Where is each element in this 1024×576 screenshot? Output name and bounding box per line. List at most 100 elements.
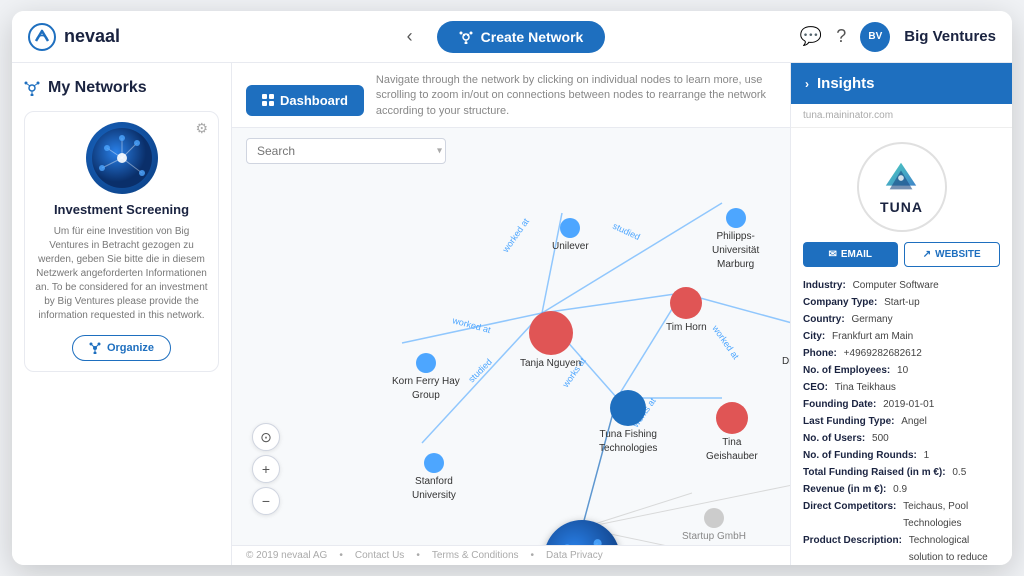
tuna-logo-icon: [882, 159, 920, 197]
avatar: BV: [860, 22, 890, 52]
footer-sep3: •: [531, 550, 535, 561]
node-label: Unilever: [552, 241, 589, 252]
insights-title: Insights: [817, 75, 875, 92]
node-label: Philipps-: [716, 231, 754, 242]
node-tanja[interactable]: Tanja Nguyen: [520, 311, 581, 369]
website-label: WEBSITE: [935, 249, 981, 260]
detail-row: City: Frankfurt am Main: [803, 328, 1000, 345]
sidebar-my-networks: My Networks: [24, 79, 219, 97]
node-tim[interactable]: Tim Horn: [666, 287, 707, 333]
node-investment[interactable]: InvestmentScreening: [544, 520, 620, 545]
network-canvas[interactable]: ▾: [232, 128, 790, 545]
detail-row: Product Description: Technological solut…: [803, 532, 1000, 565]
node-label: Geishauber: [706, 451, 758, 462]
detail-value: 2019-01-01: [883, 396, 934, 413]
help-button[interactable]: ?: [836, 26, 846, 47]
footer-privacy[interactable]: Data Privacy: [546, 550, 603, 561]
detail-label: Phone:: [803, 345, 837, 362]
node-circle: [726, 208, 746, 228]
detail-row: Phone: +4969282682612: [803, 345, 1000, 362]
node-label: Tuna Fishing: [599, 429, 656, 440]
detail-value: 500: [872, 430, 889, 447]
node-startup[interactable]: Startup GmbH: [682, 508, 746, 542]
node-label: Technologies: [599, 443, 657, 454]
investment-network-graphic: [92, 128, 152, 188]
node-label: Universität: [712, 245, 759, 256]
detail-label: Company Type:: [803, 294, 877, 311]
org-name: Big Ventures: [904, 28, 996, 45]
app-container: nevaal ‹ Create Network 💬 ? BV B: [12, 11, 1012, 565]
node-tina[interactable]: TinaGeishauber: [706, 402, 758, 462]
node-tuna[interactable]: Tuna Fishing Technologies: [599, 390, 657, 454]
node-drageo[interactable]: Drageo GmbH: [782, 333, 790, 367]
nav-right: 💬 ? BV Big Ventures: [776, 22, 996, 52]
detail-value: Computer Software: [853, 277, 939, 294]
detail-row: Direct Competitors: Teichaus, Pool Techn…: [803, 498, 1000, 532]
node-circle: [529, 311, 573, 355]
node-label: Drageo GmbH: [782, 356, 790, 367]
organize-label: Organize: [107, 342, 154, 354]
detail-label: No. of Employees:: [803, 362, 890, 379]
detail-label: Founding Date:: [803, 396, 876, 413]
node-label: Tim Horn: [666, 322, 707, 333]
node-label: Korn Ferry Hay: [392, 376, 460, 387]
detail-value: Frankfurt am Main: [832, 328, 913, 345]
node-unilever[interactable]: Unilever: [552, 218, 589, 252]
zoom-in-button[interactable]: +: [252, 455, 280, 483]
content-area: Dashboard Navigate through the network b…: [232, 63, 790, 565]
my-networks-icon: [24, 80, 40, 96]
detail-value: Germany: [851, 311, 892, 328]
detail-row: Total Funding Raised (in m €): 0.5: [803, 464, 1000, 481]
node-circle: [416, 353, 436, 373]
detail-row: No. of Employees: 10: [803, 362, 1000, 379]
detail-row: No. of Users: 500: [803, 430, 1000, 447]
detail-label: No. of Funding Rounds:: [803, 447, 917, 464]
detail-label: Industry:: [803, 277, 846, 294]
detail-value: 0.9: [893, 481, 907, 498]
website-button[interactable]: ↗ WEBSITE: [904, 242, 1001, 267]
zoom-reset-button[interactable]: ⊙: [252, 423, 280, 451]
email-button[interactable]: ✉ EMAIL: [803, 242, 898, 267]
node-label: Startup GmbH: [682, 531, 746, 542]
detail-label: Product Description:: [803, 532, 902, 565]
company-logo-circle: TUNA: [857, 142, 947, 232]
detail-row: No. of Funding Rounds: 1: [803, 447, 1000, 464]
node-label: University: [412, 490, 456, 501]
node-korn[interactable]: Korn Ferry Hay Group: [392, 353, 460, 401]
detail-value: 1: [924, 447, 930, 464]
nav-center: ‹ Create Network: [228, 21, 776, 53]
create-network-button[interactable]: Create Network: [437, 21, 606, 53]
node-circle: [560, 218, 580, 238]
card-settings-icon[interactable]: ⚙: [195, 120, 208, 137]
node-label: Group: [412, 390, 440, 401]
network-icon: [86, 122, 158, 194]
organize-icon: [89, 342, 101, 354]
messages-button[interactable]: 💬: [800, 26, 822, 47]
top-nav: nevaal ‹ Create Network 💬 ? BV B: [12, 11, 1012, 63]
detail-label: Revenue (in m €):: [803, 481, 886, 498]
footer-copyright: © 2019 nevaal AG: [246, 550, 327, 561]
nevaal-logo-icon: [28, 23, 56, 51]
organize-button[interactable]: Organize: [72, 335, 171, 361]
node-label: Tanja Nguyen: [520, 358, 581, 369]
back-button[interactable]: ‹: [399, 22, 421, 51]
main-layout: My Networks ⚙: [12, 63, 1012, 565]
footer-terms[interactable]: Terms & Conditions: [432, 550, 519, 561]
detail-value: Angel: [901, 413, 927, 430]
external-link-icon: ↗: [923, 249, 931, 260]
content-toolbar: Dashboard Navigate through the network b…: [232, 63, 790, 128]
detail-value: Teichaus, Pool Technologies: [903, 498, 1000, 532]
detail-label: Total Funding Raised (in m €):: [803, 464, 946, 481]
zoom-out-button[interactable]: −: [252, 487, 280, 515]
detail-value: 0.5: [952, 464, 966, 481]
app-title: nevaal: [64, 26, 120, 47]
node-label: Marburg: [717, 259, 754, 270]
dashboard-button[interactable]: Dashboard: [246, 85, 364, 116]
node-philipps[interactable]: Philipps- Universität Marburg: [712, 208, 759, 270]
detail-row: Last Funding Type: Angel: [803, 413, 1000, 430]
detail-label: Last Funding Type:: [803, 413, 894, 430]
node-stanford[interactable]: StanfordUniversity: [412, 453, 456, 501]
node-circle: [424, 453, 444, 473]
company-logo-inner: TUNA: [880, 159, 923, 215]
footer-contact[interactable]: Contact Us: [355, 550, 404, 561]
